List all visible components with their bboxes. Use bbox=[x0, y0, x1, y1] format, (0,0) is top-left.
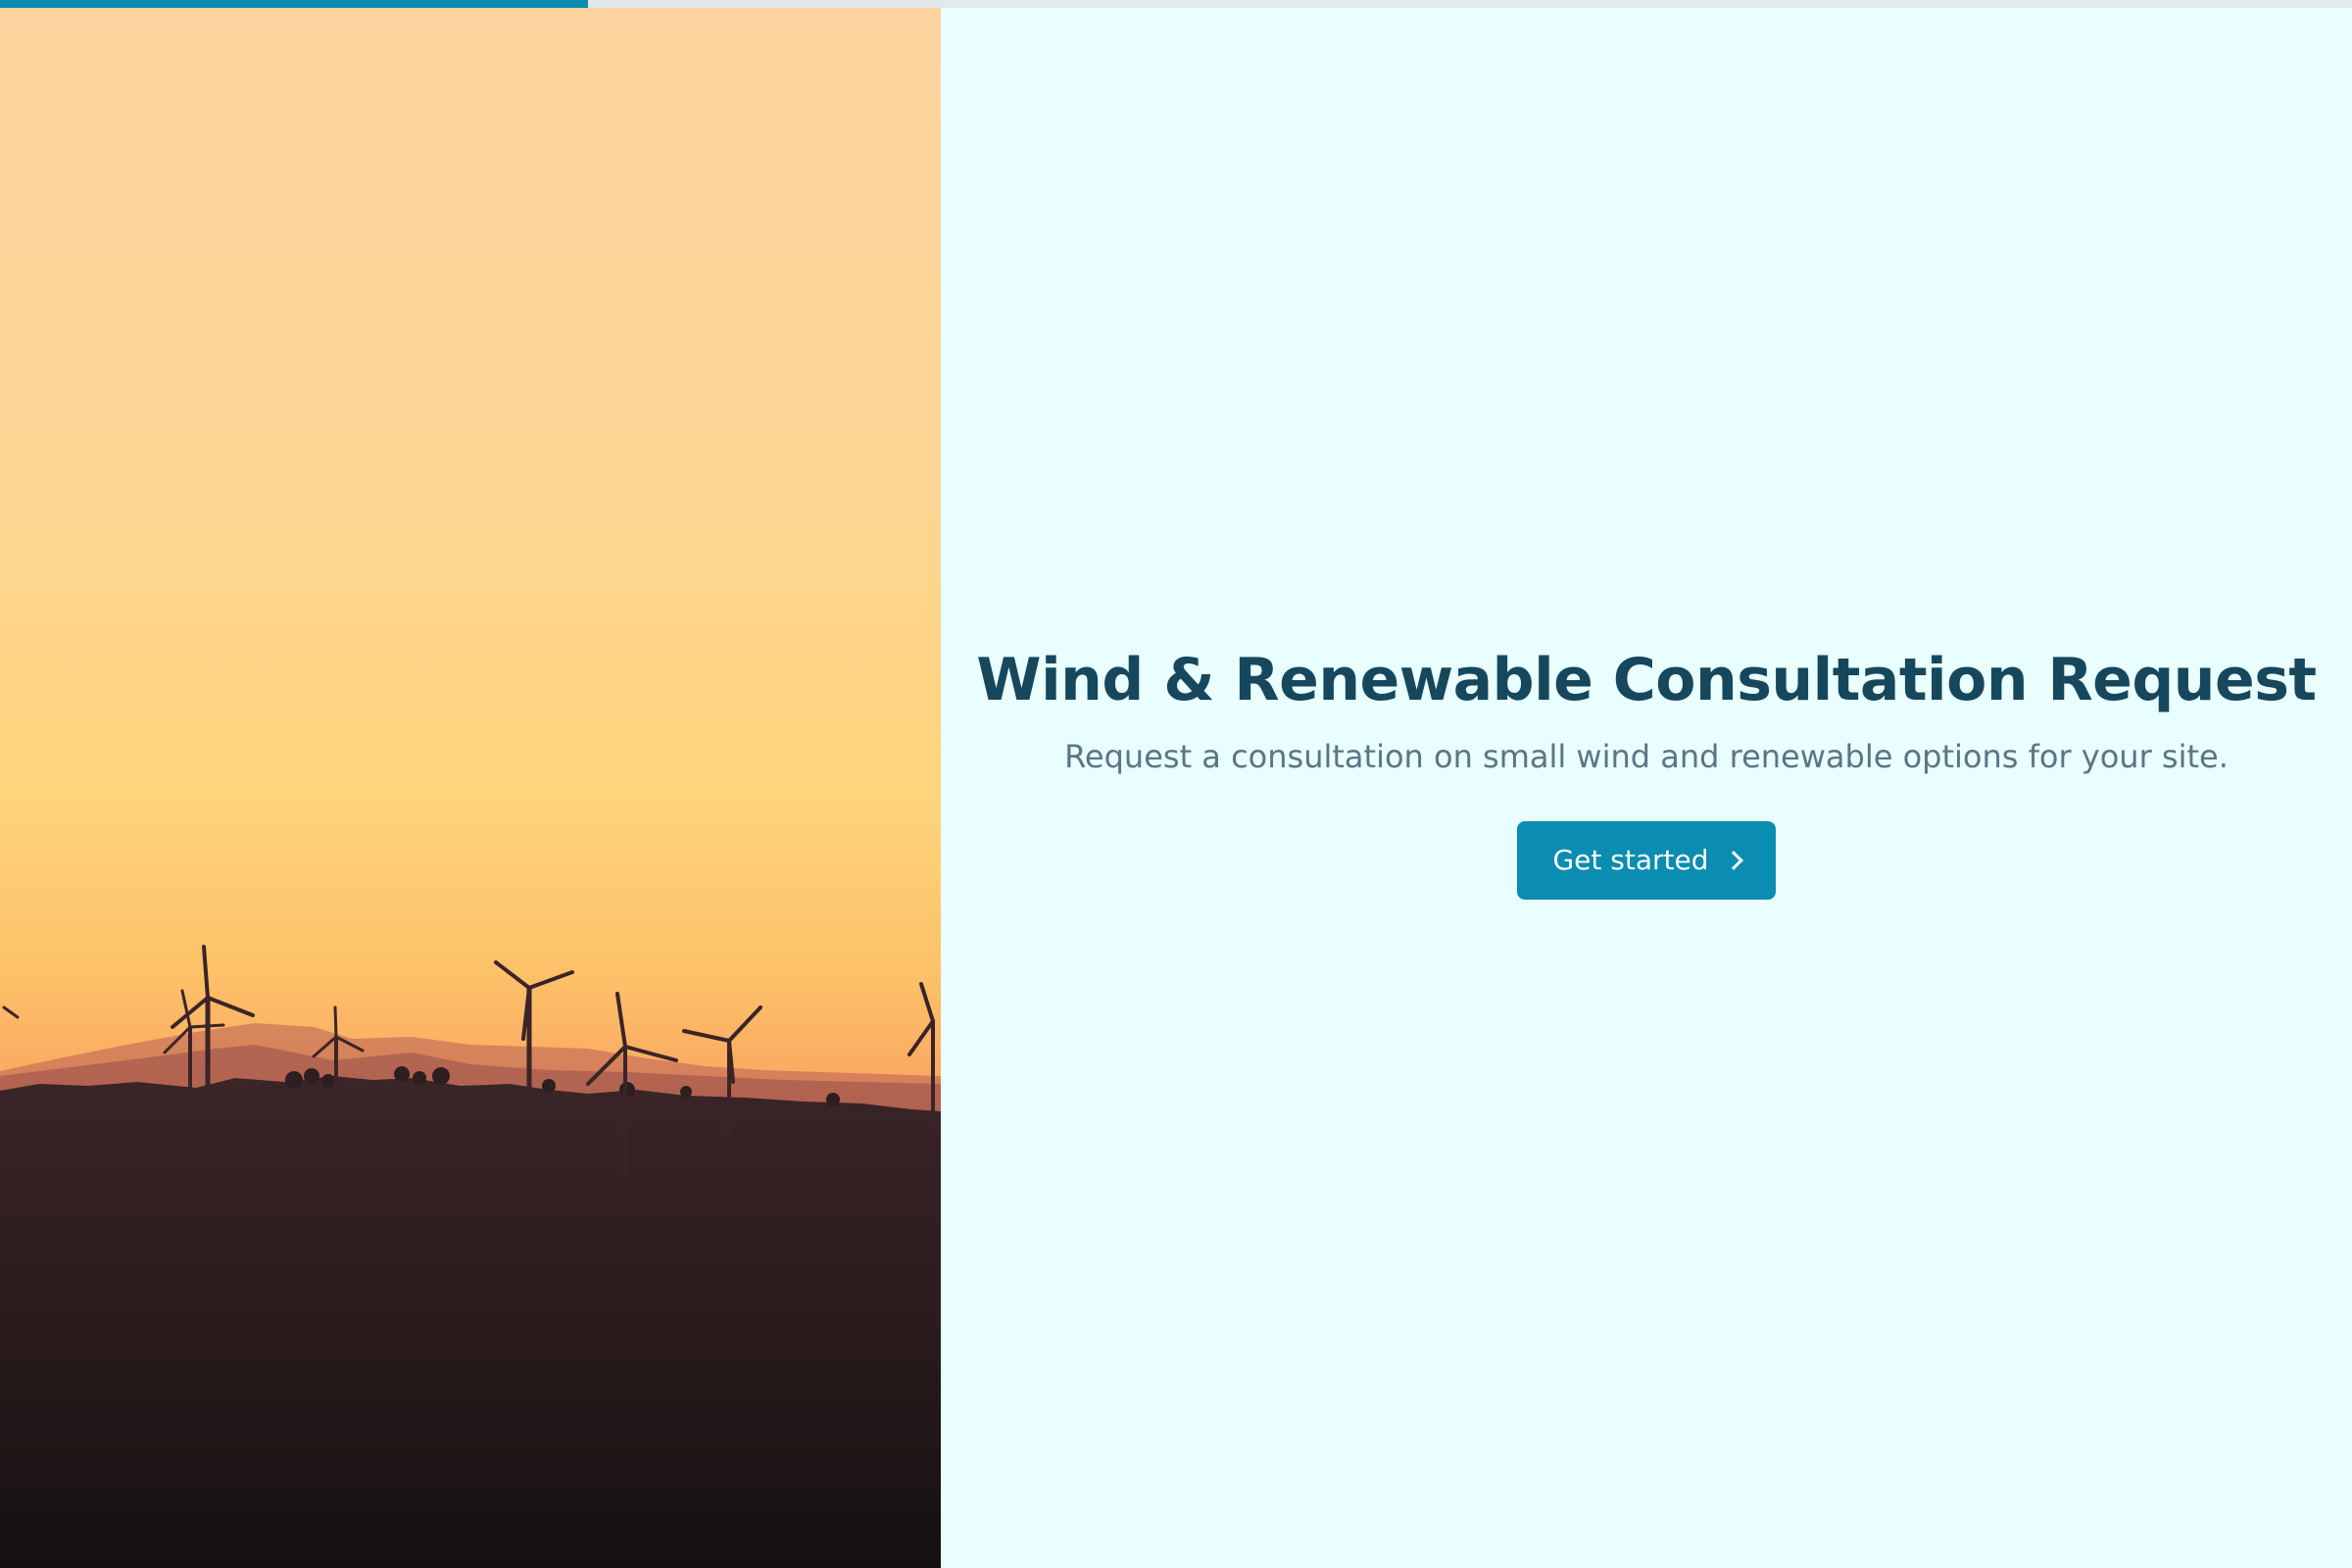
chevron-right-icon bbox=[1723, 850, 1743, 870]
progress-bar-fill bbox=[0, 0, 588, 8]
content-pane: Wind & Renewable Consultation Request Re… bbox=[941, 8, 2352, 1568]
hero-image bbox=[0, 8, 941, 1568]
progress-bar bbox=[0, 0, 2352, 8]
intro-section: Wind & Renewable Consultation Request Re… bbox=[941, 645, 2352, 900]
page-title: Wind & Renewable Consultation Request bbox=[976, 646, 2317, 714]
page-subtitle: Request a consultation on small wind and… bbox=[1064, 738, 2229, 775]
get-started-button[interactable]: Get started bbox=[1517, 820, 1776, 900]
get-started-label: Get started bbox=[1552, 844, 1709, 877]
